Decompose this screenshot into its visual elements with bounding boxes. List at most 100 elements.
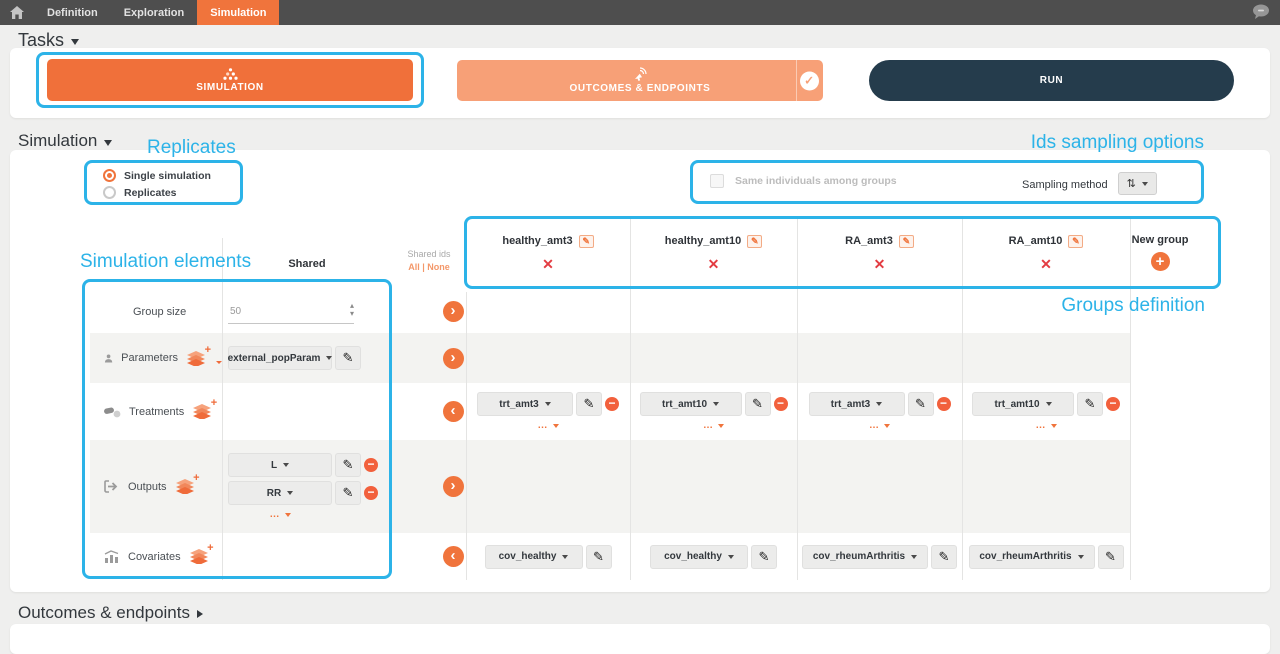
remove-treatment-icon[interactable]: −: [774, 397, 788, 411]
simulation-task-button[interactable]: SIMULATION: [47, 59, 413, 101]
remove-treatment-icon[interactable]: −: [605, 397, 619, 411]
more-treatments-button[interactable]: …: [703, 420, 724, 431]
edit-group-icon[interactable]: ✎: [1068, 235, 1083, 248]
edit-covariate-button[interactable]: ✎: [751, 545, 777, 569]
caret-down-icon: [1046, 402, 1052, 406]
add-group-icon[interactable]: +: [1151, 252, 1170, 271]
output-select-value: L: [271, 460, 277, 471]
edit-parameters-button[interactable]: ✎: [335, 346, 361, 370]
replicates-label: Replicates: [124, 187, 177, 199]
click-target-icon: [631, 67, 649, 81]
replicates-option[interactable]: Replicates: [103, 184, 211, 201]
replicates-annotation: Replicates: [147, 137, 236, 159]
edit-covariate-button[interactable]: ✎: [586, 545, 612, 569]
edit-group-icon[interactable]: ✎: [579, 235, 594, 248]
covariate-select-value: cov_rheumArthritis: [979, 551, 1071, 562]
treatment-select[interactable]: trt_amt10: [640, 392, 742, 416]
treatments-cell-ra-amt10: trt_amt10 ✎ − …: [962, 383, 1130, 440]
number-spinner[interactable]: ▴ ▾: [350, 302, 354, 318]
edit-group-icon[interactable]: ✎: [747, 235, 762, 248]
edit-output-button[interactable]: ✎: [335, 481, 361, 505]
edit-treatment-button[interactable]: ✎: [908, 392, 934, 416]
treatment-select[interactable]: trt_amt10: [972, 392, 1074, 416]
sampling-method-select[interactable]: ⇅: [1118, 172, 1157, 195]
add-outputs-element-icon[interactable]: +: [175, 479, 195, 494]
more-outputs-button[interactable]: …: [228, 509, 332, 520]
delete-group-icon[interactable]: ✕: [874, 257, 886, 271]
plus-icon: +: [211, 397, 217, 409]
run-button[interactable]: RUN: [869, 60, 1234, 101]
share-right-arrow-icon[interactable]: ›: [443, 348, 464, 369]
covariate-select[interactable]: cov_healthy: [650, 545, 748, 569]
parameters-row: Parameters + external_popParam ✎ ›: [90, 333, 1130, 383]
outputs-label-cell: Outputs +: [90, 440, 222, 533]
remove-treatment-icon[interactable]: −: [937, 397, 951, 411]
share-right-arrow-icon[interactable]: ›: [443, 476, 464, 497]
edit-group-icon[interactable]: ✎: [899, 235, 914, 248]
outcomes-section-header[interactable]: Outcomes & endpoints: [18, 603, 203, 623]
remove-treatment-icon[interactable]: −: [1106, 397, 1120, 411]
group-size-input[interactable]: [228, 300, 354, 324]
add-treatments-element-icon[interactable]: +: [192, 404, 212, 419]
edit-covariate-button[interactable]: ✎: [1098, 545, 1124, 569]
covariates-label: Covariates: [128, 551, 181, 563]
parameters-select[interactable]: external_popParam: [228, 346, 332, 370]
covariate-select[interactable]: cov_rheumArthritis: [969, 545, 1095, 569]
more-treatments-button[interactable]: …: [869, 420, 890, 431]
ellipsis-icon: …: [538, 420, 549, 431]
edit-treatment-button[interactable]: ✎: [1077, 392, 1103, 416]
same-individuals-checkbox[interactable]: [710, 174, 724, 188]
treatment-select-value: trt_amt10: [994, 399, 1039, 410]
home-button[interactable]: [0, 0, 34, 25]
bar-chart-icon: [104, 550, 120, 563]
output-select[interactable]: RR: [228, 481, 332, 505]
caret-down-icon: [713, 402, 719, 406]
single-simulation-option[interactable]: Single simulation: [103, 167, 211, 184]
tab-simulation[interactable]: Simulation: [197, 0, 279, 25]
caret-down-icon: [728, 555, 734, 559]
share-left-arrow-icon[interactable]: ‹: [443, 401, 464, 422]
treatment-select[interactable]: trt_amt3: [477, 392, 573, 416]
outcomes-task-button[interactable]: OUTCOMES & ENDPOINTS ✓: [457, 60, 823, 101]
delete-group-icon[interactable]: ✕: [1040, 257, 1052, 271]
covariates-cell-healthy-amt3: cov_healthy ✎: [466, 533, 630, 580]
group-size-share-toggle-cell: ›: [416, 290, 490, 333]
covariate-select[interactable]: cov_healthy: [485, 545, 583, 569]
covariate-select[interactable]: cov_rheumArthritis: [802, 545, 928, 569]
valid-check-icon: ✓: [800, 71, 819, 90]
treatment-select-value: trt_amt3: [831, 399, 870, 410]
group-name: healthy_amt10: [665, 235, 741, 247]
sampling-method-label: Sampling method: [1022, 179, 1108, 191]
shared-ids-all-none-toggle[interactable]: All | None: [392, 262, 466, 272]
share-left-arrow-icon[interactable]: ‹: [443, 546, 464, 567]
population-dots-icon: [222, 68, 239, 80]
simulation-section-header[interactable]: Simulation: [18, 131, 112, 151]
delete-group-icon[interactable]: ✕: [542, 257, 554, 271]
share-right-arrow-icon[interactable]: ›: [443, 301, 464, 322]
add-covariates-element-icon[interactable]: +: [189, 549, 209, 564]
more-treatments-button[interactable]: …: [1036, 420, 1057, 431]
run-label: RUN: [1040, 75, 1063, 86]
caret-down-icon: [326, 356, 332, 360]
edit-treatment-button[interactable]: ✎: [745, 392, 771, 416]
more-treatments-button[interactable]: …: [538, 420, 559, 431]
treatment-select[interactable]: trt_amt3: [809, 392, 905, 416]
add-parameters-element-icon[interactable]: +: [186, 351, 206, 366]
output-select-value: RR: [267, 488, 281, 499]
radio-unselected-icon: [103, 186, 116, 199]
caret-down-icon: [285, 513, 291, 517]
remove-output-icon[interactable]: −: [364, 486, 378, 500]
feedback-button[interactable]: [1252, 4, 1270, 24]
tab-exploration[interactable]: Exploration: [111, 0, 198, 25]
caret-down-icon: [876, 402, 882, 406]
edit-treatment-button[interactable]: ✎: [576, 392, 602, 416]
caret-down-icon: [718, 424, 724, 428]
remove-output-icon[interactable]: −: [364, 458, 378, 472]
edit-output-button[interactable]: ✎: [335, 453, 361, 477]
edit-covariate-button[interactable]: ✎: [931, 545, 957, 569]
replicates-radio-group: Single simulation Replicates: [103, 167, 211, 201]
delete-group-icon[interactable]: ✕: [708, 257, 720, 271]
tab-definition[interactable]: Definition: [34, 0, 111, 25]
output-select[interactable]: L: [228, 453, 332, 477]
caret-down-icon: [911, 555, 917, 559]
